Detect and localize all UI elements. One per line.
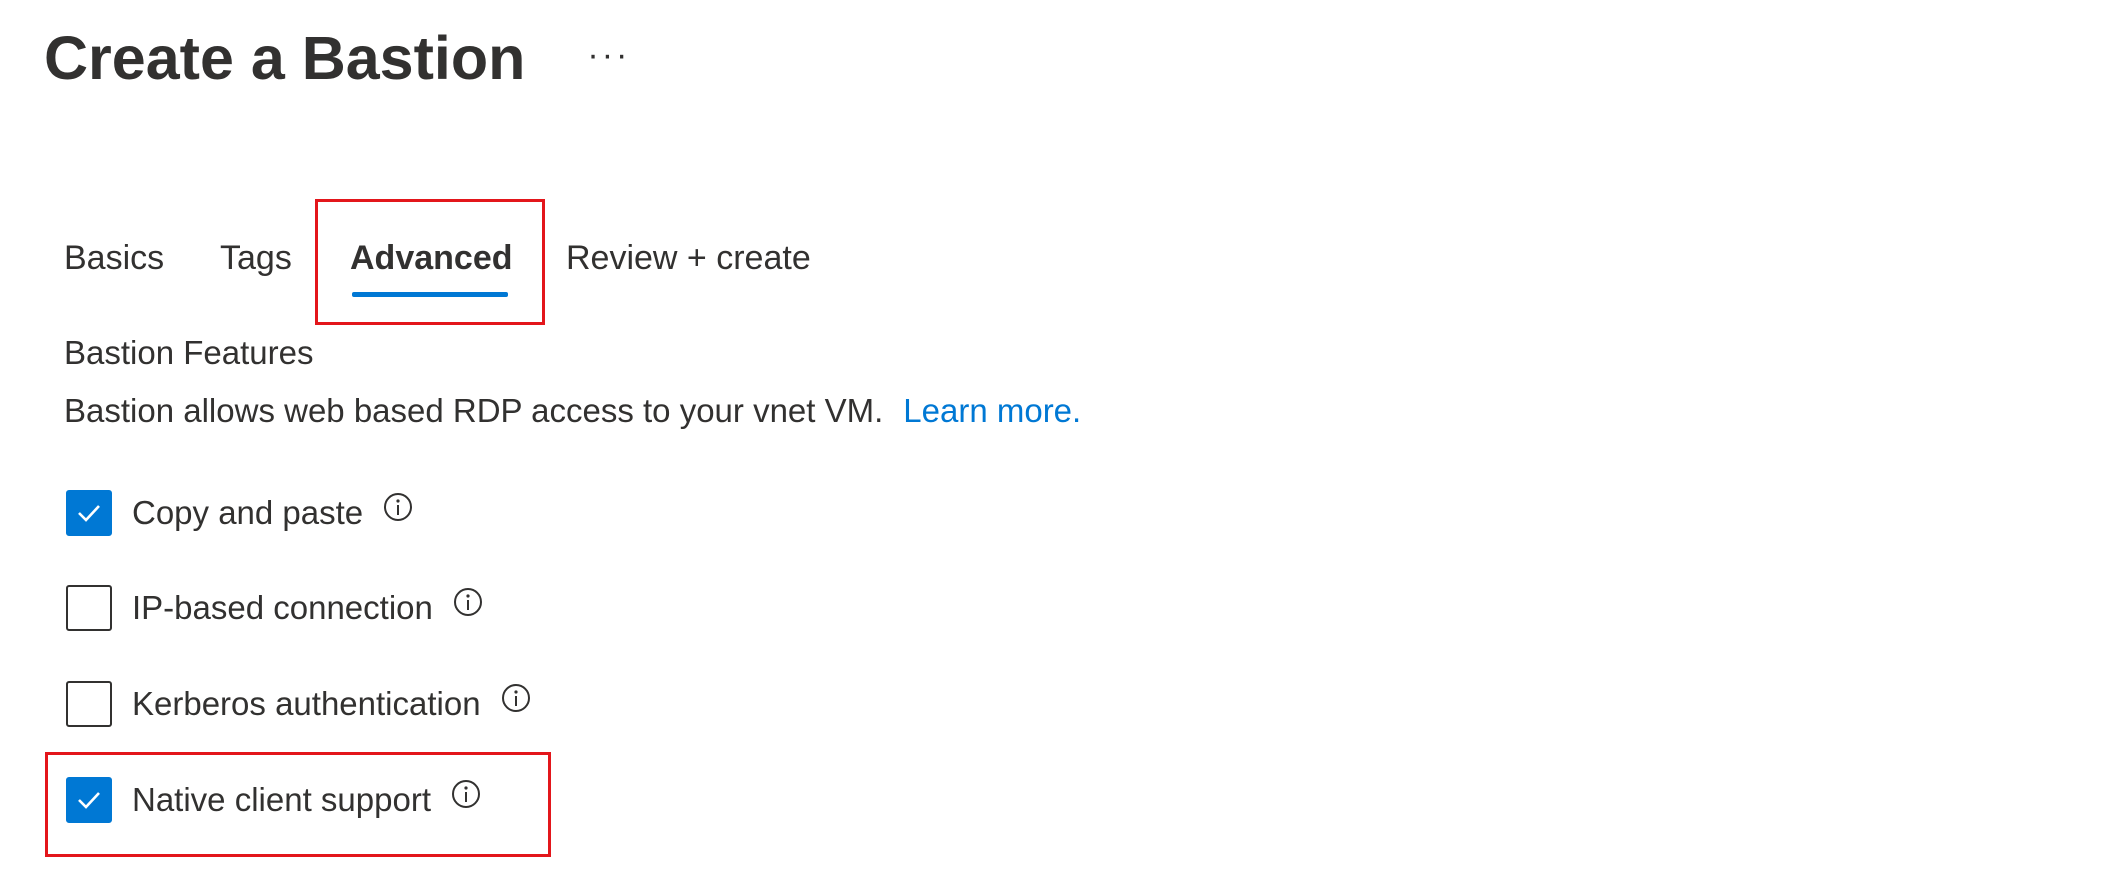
- title-row: Create a Bastion ···: [44, 18, 630, 98]
- learn-more-link[interactable]: Learn more.: [903, 392, 1081, 429]
- tab-highlight-box: [315, 199, 545, 325]
- ip-based-connection-label: IP-based connection: [132, 589, 433, 626]
- tab-basics[interactable]: Basics: [64, 228, 164, 288]
- info-icon[interactable]: [453, 587, 483, 617]
- tab-tags[interactable]: Tags: [220, 228, 292, 288]
- tab-review-create[interactable]: Review + create: [566, 228, 811, 288]
- kerberos-authentication-checkbox[interactable]: [66, 681, 112, 727]
- native-client-highlight-box: [45, 752, 551, 857]
- feature-ip-based-connection: IP-based connection: [66, 585, 483, 631]
- section-title: Bastion Features: [64, 334, 314, 371]
- feature-copy-paste: Copy and paste: [66, 490, 413, 536]
- copy-paste-checkbox[interactable]: [66, 490, 112, 536]
- description-text: Bastion allows web based RDP access to y…: [64, 392, 884, 429]
- page-title: Create a Bastion: [44, 24, 526, 92]
- section-description: Bastion allows web based RDP access to y…: [64, 392, 1081, 430]
- kerberos-authentication-label: Kerberos authentication: [132, 685, 481, 722]
- checkmark-icon: [78, 505, 100, 522]
- ip-based-connection-checkbox[interactable]: [66, 585, 112, 631]
- copy-paste-label: Copy and paste: [132, 494, 364, 531]
- feature-kerberos-authentication: Kerberos authentication: [66, 681, 531, 727]
- more-options-button[interactable]: ···: [587, 35, 630, 75]
- info-icon[interactable]: [501, 683, 531, 713]
- info-icon[interactable]: [383, 492, 413, 522]
